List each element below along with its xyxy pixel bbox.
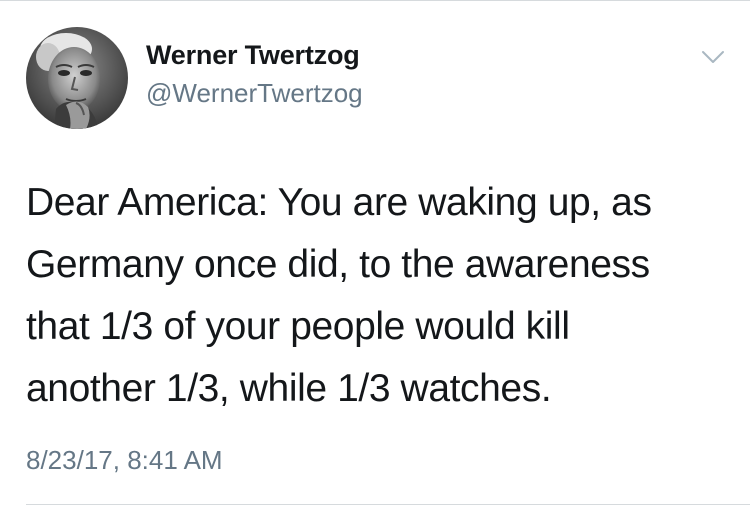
tweet-text-line: Dear America: You are waking up, as xyxy=(26,181,652,224)
tweet-text: Dear America: You are waking up, as Germ… xyxy=(26,172,736,420)
author-display-name[interactable]: Werner Twertzog xyxy=(146,40,360,71)
tweet-text-line: that 1/3 of your people would kill xyxy=(26,305,570,348)
avatar[interactable] xyxy=(26,27,128,129)
top-divider xyxy=(0,0,750,1)
tweet-timestamp[interactable]: 8/23/17, 8:41 AM xyxy=(26,445,223,476)
portrait-avatar-icon xyxy=(26,27,128,129)
chevron-down-icon xyxy=(702,51,724,63)
bottom-divider xyxy=(26,504,750,505)
author-handle[interactable]: @WernerTwertzog xyxy=(146,78,363,109)
tweet-text-line: Germany once did, to the awareness xyxy=(26,243,650,286)
tweet-menu-button[interactable] xyxy=(700,47,726,67)
tweet-text-line: another 1/3, while 1/3 watches. xyxy=(26,367,552,410)
